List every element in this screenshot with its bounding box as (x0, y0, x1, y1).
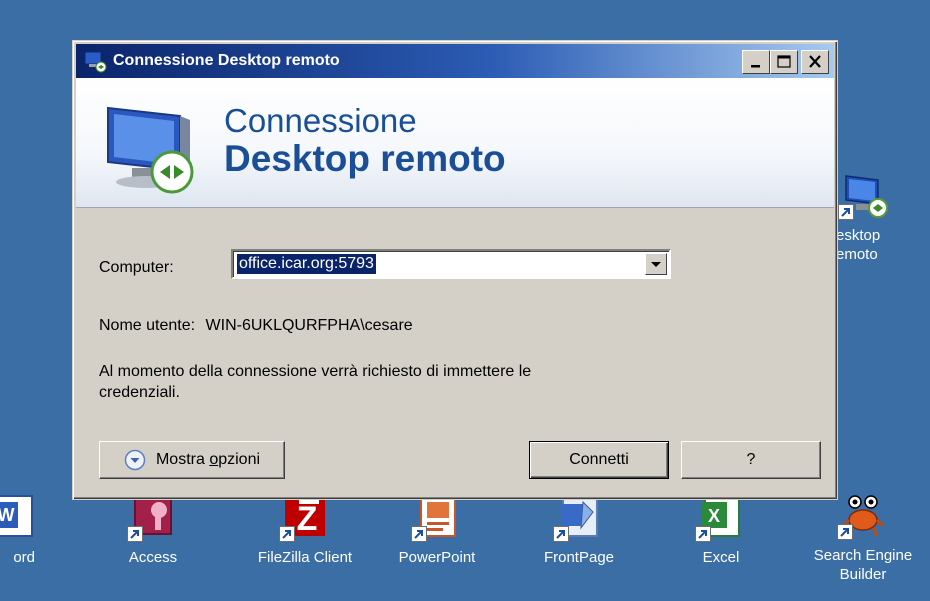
desktop-icon-label: Search Engine Builder (813, 547, 913, 583)
shortcut-arrow-icon (411, 526, 427, 542)
close-button[interactable] (801, 50, 829, 74)
shortcut-arrow-icon (279, 526, 295, 542)
remote-desktop-icon (838, 170, 888, 220)
desktop-icon-search-engine-builder[interactable]: Search Engine Builder (796, 490, 930, 584)
computer-label: Computer: (99, 259, 174, 276)
window-controls (742, 50, 829, 74)
desktop-icon-label: FrontPage (543, 549, 615, 566)
maximize-button[interactable] (770, 50, 798, 74)
remote-desktop-dialog: Connessione Desktop remoto Connessione D… (72, 40, 838, 500)
desktop-icon-word[interactable]: W ord (0, 492, 55, 567)
chevron-down-icon (651, 262, 661, 267)
desktop-icon-access[interactable]: Access (98, 492, 208, 567)
minimize-icon (751, 65, 760, 68)
desktop-icon-label: FileZilla Client (257, 549, 353, 566)
svg-text:X: X (708, 506, 720, 526)
shortcut-arrow-icon (127, 526, 143, 542)
search-engine-builder-icon (837, 490, 887, 540)
username-label: Nome utente: (99, 317, 196, 334)
connect-button[interactable]: Connetti (529, 441, 669, 479)
shortcut-arrow-icon (553, 526, 569, 542)
desktop-icon-excel[interactable]: X Excel (666, 492, 776, 567)
desktop-icon-label: ord (13, 549, 35, 566)
close-icon (809, 55, 821, 68)
expand-circle-icon (124, 449, 146, 471)
maximize-icon (777, 55, 791, 68)
banner-title-line2: Desktop remoto (224, 138, 506, 179)
minimize-button[interactable] (742, 50, 770, 74)
show-options-label: Mostra opzioni (155, 451, 261, 468)
desktop-icon-filezilla[interactable]: Z FileZilla Client (240, 492, 370, 567)
shortcut-arrow-icon (695, 526, 711, 542)
desktop-icon-frontpage[interactable]: FrontPage (524, 492, 634, 567)
remote-desktop-icon (83, 49, 107, 73)
help-button[interactable]: ? (681, 441, 821, 479)
username-value: WIN-6UKLQURFPHA\cesare (205, 317, 413, 334)
shortcut-arrow-icon (837, 524, 853, 540)
desktop-icon-label: Excel (702, 549, 740, 566)
remote-desktop-monitor-icon (98, 98, 208, 198)
banner-title-line1: Connessione (224, 102, 417, 139)
computer-combobox[interactable]: office.icar.org:5793 (231, 249, 671, 279)
svg-text:Z: Z (297, 500, 318, 538)
computer-input-value[interactable]: office.icar.org:5793 (237, 254, 376, 274)
title-bar[interactable]: Connessione Desktop remoto (76, 44, 834, 78)
desktop-icon-label: esktop emoto (836, 227, 881, 263)
word-icon: W (0, 492, 38, 540)
username-row: Nome utente: WIN-6UKLQURFPHA\cesare (99, 317, 413, 335)
svg-text:W: W (0, 505, 15, 525)
show-options-button[interactable]: Mostra opzioni (99, 441, 285, 479)
credentials-info: Al momento della connessione verrà richi… (99, 363, 532, 401)
desktop-icon-powerpoint[interactable]: PowerPoint (382, 492, 492, 567)
desktop-icon-label: Access (128, 549, 178, 566)
window-title: Connessione Desktop remoto (113, 52, 340, 69)
shortcut-arrow-icon (838, 204, 854, 220)
computer-dropdown-button[interactable] (645, 253, 667, 275)
desktop-icon-label: PowerPoint (398, 549, 476, 566)
desktop-icon-remote-desktop[interactable]: esktop emoto (822, 170, 930, 264)
header-banner: Connessione Desktop remoto (76, 78, 834, 208)
